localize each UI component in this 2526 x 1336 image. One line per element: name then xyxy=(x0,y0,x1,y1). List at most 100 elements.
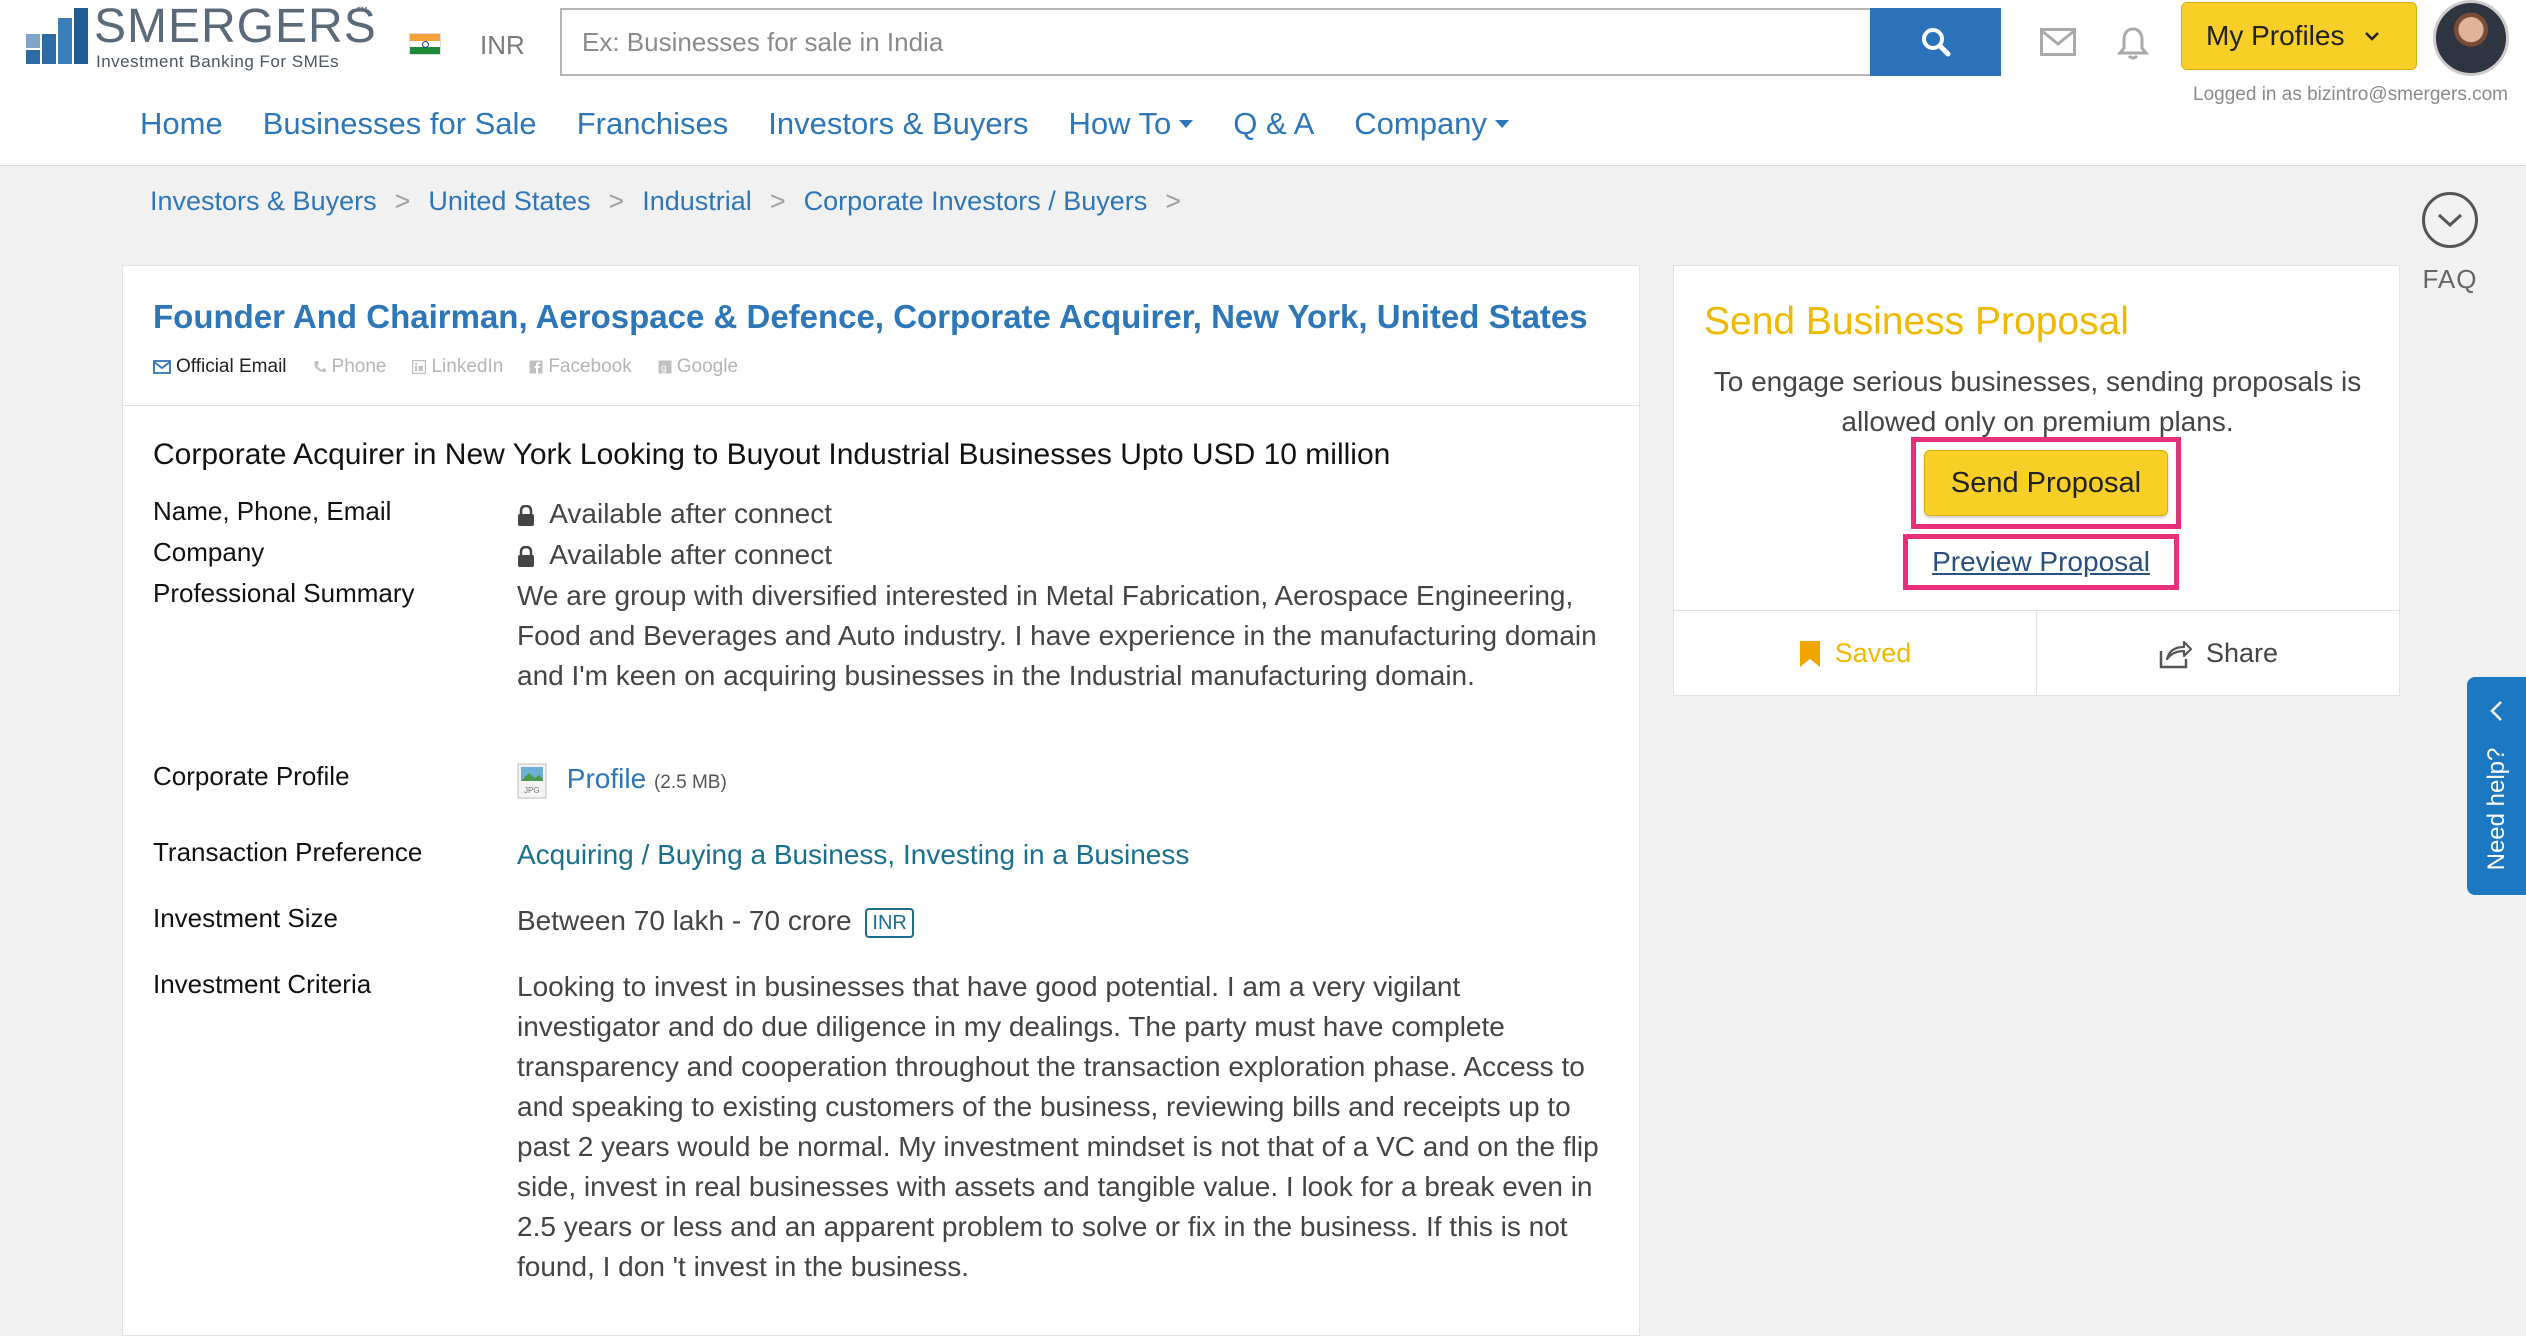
search-icon xyxy=(1921,28,1950,57)
envelope-icon xyxy=(153,360,171,374)
professional-summary-value: We are group with diversified interested… xyxy=(517,580,1597,691)
main-nav: Home Businesses for Sale Franchises Inve… xyxy=(140,106,1549,142)
company-text: Available after connect xyxy=(549,539,833,570)
smergers-logo[interactable]: SMERGERS ™ Investment Banking For SMEs xyxy=(26,2,376,74)
investor-profile-card: Founder And Chairman, Aerospace & Defenc… xyxy=(122,265,1640,1336)
send-proposal-card: Send Business Proposal To engage serious… xyxy=(1673,265,2400,696)
transaction-preference-link[interactable]: Acquiring / Buying a Business, Investing… xyxy=(517,839,1189,870)
official-email-item: Official Email xyxy=(153,356,287,378)
row-name-phone-email: Name, Phone, Email Available after conne… xyxy=(153,494,1609,535)
caret-down-icon xyxy=(1179,120,1194,128)
lock-icon xyxy=(518,545,534,567)
name-phone-email-value: Available after connect xyxy=(517,494,1607,535)
investment-size-value: Between 70 lakh - 70 crore INR xyxy=(517,901,1607,967)
phone-icon xyxy=(314,361,326,373)
lock-icon xyxy=(518,504,534,526)
jpg-file-icon: JPG xyxy=(517,763,547,799)
chevron-left-icon xyxy=(2490,701,2502,721)
send-proposal-button[interactable]: Send Proposal xyxy=(1924,450,2168,516)
search-button[interactable] xyxy=(1870,8,2001,76)
india-flag-icon[interactable] xyxy=(409,33,441,55)
logo-mark-icon xyxy=(26,8,88,70)
phone-label: Phone xyxy=(331,356,387,377)
nav-franchises[interactable]: Franchises xyxy=(577,106,729,142)
name-phone-email-text: Available after connect xyxy=(549,498,833,529)
faq-toggle[interactable]: FAQ xyxy=(2422,192,2478,295)
corporate-profile-value: JPG Profile (2.5 MB) xyxy=(517,759,1607,835)
nav-company[interactable]: Company xyxy=(1354,106,1509,142)
breadcrumb-industrial[interactable]: Industrial xyxy=(642,186,752,217)
investment-size-label: Investment Size xyxy=(153,903,338,933)
transaction-preference-value: Acquiring / Buying a Business, Investing… xyxy=(517,835,1607,901)
breadcrumb-separator: > xyxy=(1165,186,1182,216)
corporate-profile-size: (2.5 MB) xyxy=(653,772,727,793)
need-help-tab[interactable]: Need help? xyxy=(2467,677,2526,895)
svg-text:g: g xyxy=(661,363,667,374)
professional-summary-label: Professional Summary xyxy=(153,578,415,608)
nav-investors-buyers[interactable]: Investors & Buyers xyxy=(768,106,1028,142)
user-avatar[interactable] xyxy=(2433,0,2509,76)
search-input[interactable] xyxy=(560,8,1871,76)
corporate-profile-link[interactable]: Profile xyxy=(567,763,646,794)
contact-verification-list: Official Email Phone LinkedIn Facebook g… xyxy=(153,356,1609,378)
profile-body: Corporate Acquirer in New York Looking t… xyxy=(123,406,1639,1287)
row-professional-summary: Professional Summary We are group with d… xyxy=(153,576,1609,759)
my-profiles-label: My Profiles xyxy=(2206,20,2345,51)
currency-badge: INR xyxy=(865,907,914,938)
saved-label: Saved xyxy=(1834,638,1912,668)
nav-how-to[interactable]: How To xyxy=(1068,106,1194,142)
top-header: SMERGERS ™ Investment Banking For SMEs I… xyxy=(0,0,2526,166)
send-proposal-highlight: Send Proposal xyxy=(1911,437,2181,529)
chevron-down-icon xyxy=(2365,32,2380,41)
row-company: Company Available after connect xyxy=(153,535,1609,576)
profile-headline: Corporate Acquirer in New York Looking t… xyxy=(153,438,1391,471)
investment-criteria-label: Investment Criteria xyxy=(153,969,372,999)
share-button[interactable]: Share xyxy=(2037,611,2399,696)
investment-size-text: Between 70 lakh - 70 crore xyxy=(517,905,852,936)
nav-q-and-a[interactable]: Q & A xyxy=(1233,106,1314,142)
investment-criteria-value: Looking to invest in businesses that hav… xyxy=(517,971,1599,1282)
breadcrumb-investors-buyers[interactable]: Investors & Buyers xyxy=(150,186,377,217)
transaction-preference-label: Transaction Preference xyxy=(153,837,423,867)
breadcrumb-united-states[interactable]: United States xyxy=(428,186,590,217)
breadcrumb-corporate-investors[interactable]: Corporate Investors / Buyers xyxy=(804,186,1148,217)
share-label: Share xyxy=(2205,638,2279,668)
saved-button[interactable]: Saved xyxy=(1674,611,2037,696)
logged-in-text: Logged in as bizintro@smergers.com xyxy=(2193,84,2508,105)
profile-header: Founder And Chairman, Aerospace & Defenc… xyxy=(123,266,1639,406)
phone-item: Phone xyxy=(313,356,387,378)
bookmark-icon xyxy=(1799,640,1820,667)
row-investment-criteria: Investment Criteria Looking to invest in… xyxy=(153,967,1609,1287)
nav-businesses-for-sale[interactable]: Businesses for Sale xyxy=(263,106,537,142)
chevron-down-circle-icon xyxy=(2422,192,2478,248)
nav-home[interactable]: Home xyxy=(140,106,223,142)
share-icon xyxy=(2159,640,2192,668)
preview-proposal-highlight: Preview Proposal xyxy=(1903,534,2179,590)
google-item: g Google xyxy=(658,356,738,378)
corporate-profile-label: Corporate Profile xyxy=(153,761,350,791)
faq-label: FAQ xyxy=(2422,264,2478,294)
linkedin-item: LinkedIn xyxy=(412,356,503,378)
official-email-label: Official Email xyxy=(176,356,287,377)
proposal-actions: Saved Share xyxy=(1674,610,2399,696)
preview-proposal-link[interactable]: Preview Proposal xyxy=(1932,546,2150,578)
caret-down-icon xyxy=(1494,120,1509,128)
file-type-label: JPG xyxy=(524,786,540,795)
logo-trademark: ™ xyxy=(356,4,368,18)
row-corporate-profile: Corporate Profile JPG Profile (2.5 MB) xyxy=(153,759,1609,835)
nav-company-label: Company xyxy=(1354,106,1487,141)
linkedin-icon xyxy=(412,360,427,374)
currency-selector[interactable]: INR xyxy=(480,30,525,61)
facebook-item: Facebook xyxy=(529,356,632,378)
my-profiles-button[interactable]: My Profiles xyxy=(2181,2,2417,70)
mail-icon[interactable] xyxy=(2040,28,2076,56)
row-transaction-preference: Transaction Preference Acquiring / Buyin… xyxy=(153,835,1609,901)
breadcrumb: Investors & Buyers > United States > Ind… xyxy=(150,186,1199,217)
send-proposal-title: Send Business Proposal xyxy=(1704,300,2129,343)
logo-tagline: Investment Banking For SMEs xyxy=(96,52,340,71)
bell-icon[interactable] xyxy=(2117,26,2149,60)
company-label: Company xyxy=(153,537,265,567)
facebook-label: Facebook xyxy=(548,356,632,377)
logo-text: SMERGERS xyxy=(94,0,377,53)
breadcrumb-separator: > xyxy=(608,186,625,216)
